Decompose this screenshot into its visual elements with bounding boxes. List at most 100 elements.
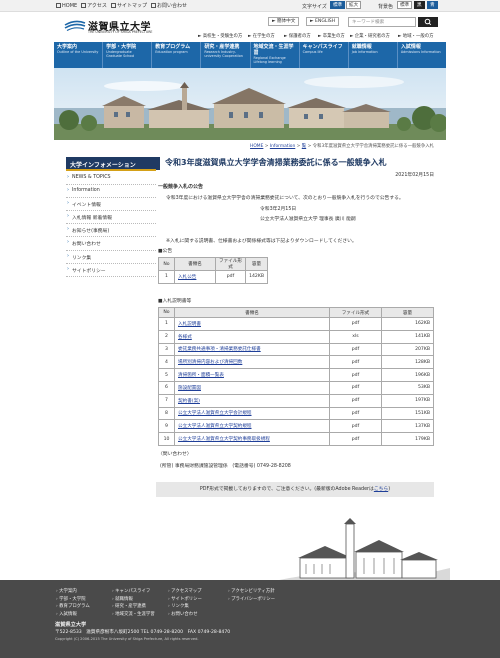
home-link[interactable]: HOME bbox=[56, 2, 77, 9]
footer-links-col3: アクセスマップ サイトポリシー リンク集 お問い合わせ bbox=[168, 588, 202, 619]
footer-link[interactable]: お問い合わせ bbox=[168, 611, 202, 619]
footer-link[interactable]: 学部・大学院 bbox=[56, 596, 90, 604]
footer-link[interactable]: 研究・産学連携 bbox=[112, 603, 155, 611]
sidebar-item-policy[interactable]: サイトポリシー bbox=[66, 264, 156, 277]
sidebar-item-news[interactable]: NEWS & TOPICS bbox=[66, 172, 156, 186]
footer-link[interactable]: 大学案内 bbox=[56, 588, 90, 596]
quick-link-students[interactable]: ► 高校生・受験生の方 bbox=[198, 33, 242, 39]
footer-link[interactable]: サイトポリシー bbox=[168, 596, 202, 604]
doc-link[interactable]: 入札説明書 bbox=[178, 322, 201, 327]
doc-link[interactable]: 公立大学法人滋賀県立大学契約規程 bbox=[178, 424, 252, 429]
english-button[interactable]: ► ENGLISH bbox=[306, 17, 340, 26]
nav-item-faculty[interactable]: 学部・大学院 Undergraduate Graduate School bbox=[103, 42, 153, 68]
pdf-notice: PDF形式で掲載しておりますので、ご注意ください。(最新版のAdobe Read… bbox=[156, 482, 434, 497]
quick-link-parents[interactable]: ► 保護者の方 bbox=[284, 33, 311, 39]
table-header-row: No 書類名 ファイル形式 容量 bbox=[158, 307, 434, 318]
access-link[interactable]: アクセス bbox=[81, 2, 107, 9]
search-input[interactable]: キーワード検索 bbox=[348, 17, 416, 27]
table-row: 9 公立大学法人滋賀県立大学契約規程 pdf 137KB bbox=[158, 419, 434, 434]
doc-link[interactable]: 各様式 bbox=[178, 335, 192, 340]
bg-black-button[interactable]: 黒 bbox=[414, 1, 425, 9]
breadcrumb-information[interactable]: Information bbox=[270, 144, 295, 149]
nav-item-campus[interactable]: キャンパスライフ Campus life bbox=[300, 42, 349, 68]
quick-link-community[interactable]: ► 地域・一般の方 bbox=[398, 33, 434, 39]
table-row: 1 入札公告 pdf 142KB bbox=[158, 270, 268, 284]
bg-blue-button[interactable]: 青 bbox=[427, 1, 438, 9]
sidebar-menu: NEWS & TOPICS Information イベント情報 入札情報 新着… bbox=[66, 172, 156, 277]
notice-body: 令和3年度における滋賀県立大学学舎の清掃業務委託について、次のとおり一般競争入札… bbox=[166, 196, 404, 201]
footer-copyright: Copyright (C) 2006-2015 The University o… bbox=[55, 637, 199, 641]
mail-icon bbox=[150, 3, 156, 8]
footer-link[interactable]: アクセシビリティ方針 bbox=[228, 588, 275, 596]
search-icon bbox=[424, 18, 432, 26]
breadcrumb-home[interactable]: HOME bbox=[250, 144, 263, 149]
table-row: 7 契約書(案) pdf 197KB bbox=[158, 393, 434, 408]
sitemap-icon bbox=[110, 3, 116, 8]
bg-standard-button[interactable]: 標準 bbox=[397, 1, 413, 9]
col-docname: 書類名 bbox=[174, 257, 216, 271]
doc-link[interactable]: 施設配置図 bbox=[178, 386, 201, 391]
footer-links-col1: 大学案内 学部・大学院 教育プログラム 入試情報 bbox=[56, 588, 90, 619]
map-icon bbox=[81, 3, 87, 8]
footer-links-col2: キャンパスライフ 就職情報 研究・産学連携 地域交流・生涯学習 bbox=[112, 588, 155, 619]
sidebar-item-links[interactable]: リンク集 bbox=[66, 251, 156, 264]
university-logo-icon[interactable] bbox=[64, 19, 86, 31]
footer-link[interactable]: リンク集 bbox=[168, 603, 202, 611]
footer-links-col4: アクセシビリティ方針 プライバシーポリシー bbox=[228, 588, 275, 603]
font-size-large-button[interactable]: 拡大 bbox=[346, 1, 362, 9]
doc-link[interactable]: 委託業務共通事項・清掃業務委託仕様書 bbox=[178, 347, 261, 352]
notice-signer: 公立大学法人滋賀県立大学 理事長 廣川 能嗣 bbox=[260, 217, 356, 222]
doc-link[interactable]: 清掃箇所・面積一覧表 bbox=[178, 373, 224, 378]
section-notice-heading: 一般競争入札の公告 bbox=[158, 184, 204, 190]
contact-link[interactable]: お問い合わせ bbox=[150, 2, 187, 9]
table-row: 8 公立大学法人滋賀県立大学会計規程 pdf 151KB bbox=[158, 406, 434, 421]
quick-link-enrolled[interactable]: ► 在学生の方 bbox=[248, 33, 275, 39]
footer-address: 〒522-8533 滋賀県彦根市八坂町2500 TEL 0749-28-8200… bbox=[55, 630, 231, 635]
table-row: 2 各様式 xls 141KB bbox=[158, 329, 434, 344]
footer-link[interactable]: 地域交流・生涯学習 bbox=[112, 611, 155, 619]
doc-link[interactable]: 場所別清掃内容および清掃回数 bbox=[178, 360, 242, 365]
nav-item-outline[interactable]: 大学案内 Outline of the University bbox=[54, 42, 104, 68]
page-title: 令和3年度滋賀県立大学学舎清掃業務委託に係る一般競争入札 bbox=[156, 157, 434, 170]
footer-link[interactable]: 就職情報 bbox=[112, 596, 155, 604]
table-row: 6 施設配置図 pdf 53KB bbox=[158, 380, 434, 395]
sidebar-item-events[interactable]: イベント情報 bbox=[66, 198, 156, 212]
sidebar-item-contact[interactable]: お問い合わせ bbox=[66, 237, 156, 251]
campus-illustration bbox=[270, 518, 450, 582]
home-icon bbox=[56, 2, 61, 8]
nav-item-research[interactable]: 研究・産学連携 Research Industry-university Coop… bbox=[201, 42, 251, 68]
sidebar-heading: 大学インフォメーション bbox=[66, 157, 156, 171]
font-size-label: 文字サイズ bbox=[302, 4, 327, 10]
footer-info: 滋賀県立大学 〒522-8533 滋賀県彦根市八坂町2500 TEL 0749-… bbox=[55, 622, 230, 643]
table-row: 4 場所別清掃内容および清掃回数 pdf 128KB bbox=[158, 355, 434, 370]
nav-item-regional[interactable]: 地域交流・生涯学習 Regional Exchange Lifelong lear… bbox=[251, 42, 300, 68]
quick-link-alumni[interactable]: ► 卒業生の方 bbox=[318, 33, 345, 39]
col-size: 容量 bbox=[245, 257, 268, 271]
main-nav: 大学案内 Outline of the University 学部・大学院 Unde… bbox=[54, 42, 446, 68]
footer-link[interactable]: アクセスマップ bbox=[168, 588, 202, 596]
nav-item-admissions[interactable]: 入試情報 Admissions Information bbox=[398, 42, 446, 68]
nav-item-jobs[interactable]: 就職情報 Job information bbox=[349, 42, 398, 68]
font-size-standard-button[interactable]: 標準 bbox=[330, 1, 346, 9]
footer-link[interactable]: 教育プログラム bbox=[56, 603, 90, 611]
sitemap-link[interactable]: サイトマップ bbox=[110, 2, 147, 9]
sidebar-item-notices[interactable]: お知らせ(事務局) bbox=[66, 224, 156, 238]
notice-table: No 書類名 ファイル形式 容量 1 入札公告 pdf 142KB bbox=[158, 257, 268, 284]
adobe-reader-link[interactable]: こちら bbox=[374, 487, 388, 492]
doc-link[interactable]: 契約書(案) bbox=[178, 399, 200, 404]
sidebar-item-bids[interactable]: 入札情報 新着情報 bbox=[66, 211, 156, 225]
search-button[interactable] bbox=[418, 17, 438, 27]
doc-link[interactable]: 入札公告 bbox=[178, 275, 196, 280]
footer-link[interactable]: 入試情報 bbox=[56, 611, 90, 619]
footer-link[interactable]: キャンパスライフ bbox=[112, 588, 155, 596]
doc-link[interactable]: 公立大学法人滋賀県立大学契約事務取扱規程 bbox=[178, 437, 270, 442]
sidebar-item-information[interactable]: Information bbox=[66, 185, 156, 199]
doc-link[interactable]: 公立大学法人滋賀県立大学会計規程 bbox=[178, 411, 252, 416]
utility-bar: HOME アクセス サイトマップ お問い合わせ 文字サイズ 標準 拡大 背景色 … bbox=[0, 0, 500, 12]
nav-item-education[interactable]: 教育プログラム Education program bbox=[152, 42, 202, 68]
footer-link[interactable]: プライバシーポリシー bbox=[228, 596, 275, 604]
quick-link-business[interactable]: ► 企業・研究者の方 bbox=[350, 33, 390, 39]
chinese-button[interactable]: ► 簡体中文 bbox=[268, 17, 300, 26]
documents-table-heading: ■入札説明書等 bbox=[158, 299, 192, 304]
table-row: 5 清掃箇所・面積一覧表 pdf 196KB bbox=[158, 368, 434, 382]
